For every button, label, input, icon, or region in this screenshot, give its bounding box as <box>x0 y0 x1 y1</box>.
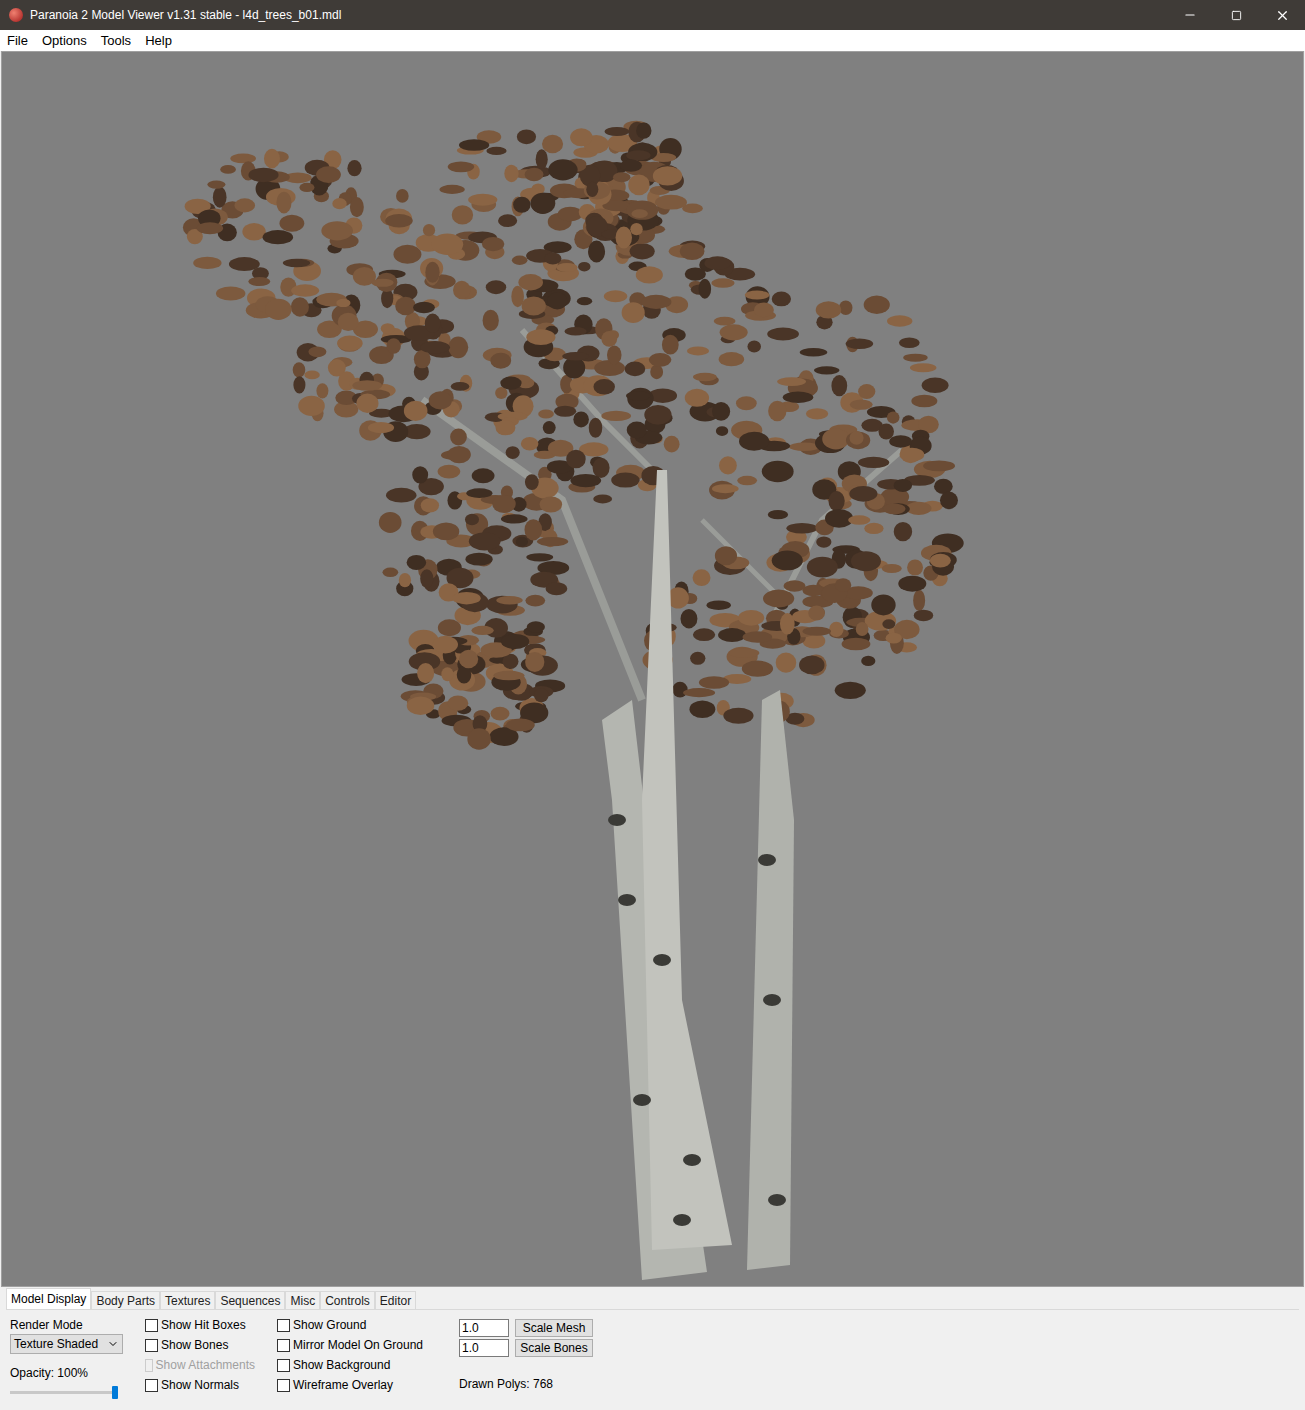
tab[interactable]: Controls <box>320 1291 375 1309</box>
app-window: Paranoia 2 Model Viewer v1.31 stable - l… <box>0 0 1305 1410</box>
window-title: Paranoia 2 Model Viewer v1.31 stable - l… <box>30 6 1167 24</box>
opacity-label: Opacity: 100% <box>10 1366 123 1380</box>
checkbox-row: Show Attachments <box>145 1358 255 1372</box>
minimize-icon <box>1183 8 1197 22</box>
scale-input[interactable]: 1.0 <box>459 1339 509 1357</box>
tab-content: Render Mode Texture Shaded Opacity: 100% Sh… <box>6 1310 1299 1410</box>
scale-row: 1.0 Scale Bones <box>459 1339 593 1357</box>
close-icon <box>1275 8 1290 23</box>
scale-column: 1.0 Scale Mesh 1.0 Scale Bones Drawn Polys: … <box>459 1318 593 1410</box>
maximize-icon <box>1231 10 1242 21</box>
checkbox[interactable] <box>277 1379 290 1392</box>
menu-bar: FileOptionsToolsHelp <box>0 30 1305 51</box>
checkbox[interactable] <box>145 1379 158 1392</box>
tab[interactable]: Textures <box>160 1291 215 1309</box>
checkbox-row[interactable]: Show Background <box>277 1358 437 1372</box>
viewport[interactable] <box>1 51 1304 1287</box>
checkbox-column: Show Hit Boxes Show Bones Show Attachments… <box>145 1318 255 1410</box>
checkbox <box>145 1359 153 1372</box>
checkbox-row[interactable]: Show Bones <box>145 1338 255 1352</box>
tab-bar: Model DisplayBody PartsTexturesSequences… <box>6 1290 1299 1310</box>
render-column: Render Mode Texture Shaded Opacity: 100% <box>10 1318 123 1410</box>
menu-item[interactable]: Help <box>138 31 179 51</box>
control-panel: Model DisplayBody PartsTexturesSequences… <box>0 1287 1305 1410</box>
title-bar: Paranoia 2 Model Viewer v1.31 stable - l… <box>0 0 1305 30</box>
tab[interactable]: Sequences <box>215 1291 285 1309</box>
tree-model-icon <box>2 52 1303 1286</box>
scale-button[interactable]: Scale Bones <box>515 1339 593 1357</box>
menu-item[interactable]: File <box>0 31 35 51</box>
checkbox-row[interactable]: Show Hit Boxes <box>145 1318 255 1332</box>
render-mode-select[interactable]: Texture Shaded <box>10 1334 123 1354</box>
scale-input[interactable]: 1.0 <box>459 1319 509 1337</box>
opacity-fill <box>10 1391 118 1394</box>
scale-button[interactable]: Scale Mesh <box>515 1319 593 1337</box>
checkbox[interactable] <box>277 1359 290 1372</box>
close-button[interactable] <box>1259 0 1305 30</box>
checkbox-row[interactable]: Show Ground <box>277 1318 437 1332</box>
tab[interactable]: Editor <box>375 1291 416 1309</box>
checkbox[interactable] <box>277 1339 290 1352</box>
minimize-button[interactable] <box>1167 0 1213 30</box>
maximize-button[interactable] <box>1213 0 1259 30</box>
drawn-polys: Drawn Polys: 768 <box>459 1375 593 1393</box>
app-logo-icon <box>9 8 23 22</box>
tab[interactable]: Model Display <box>6 1288 91 1309</box>
dropdown-arrow-icon <box>107 1338 119 1350</box>
checkbox[interactable] <box>277 1319 290 1332</box>
checkbox-row[interactable]: Show Normals <box>145 1378 255 1392</box>
checkbox[interactable] <box>145 1319 158 1332</box>
slider-thumb[interactable] <box>112 1386 118 1399</box>
scale-row: 1.0 Scale Mesh <box>459 1319 593 1337</box>
opacity-slider[interactable] <box>10 1386 118 1400</box>
checkbox[interactable] <box>145 1339 158 1352</box>
checkbox-column: Show Ground Mirror Model On Ground Show Ba… <box>277 1318 437 1410</box>
checkbox-row[interactable]: Wireframe Overlay <box>277 1378 437 1392</box>
tab[interactable]: Body Parts <box>91 1291 160 1309</box>
menu-item[interactable]: Options <box>35 31 94 51</box>
menu-item[interactable]: Tools <box>94 31 138 51</box>
checkbox-row[interactable]: Mirror Model On Ground <box>277 1338 437 1352</box>
tab[interactable]: Misc <box>285 1291 320 1309</box>
render-mode-label: Render Mode <box>10 1318 123 1332</box>
